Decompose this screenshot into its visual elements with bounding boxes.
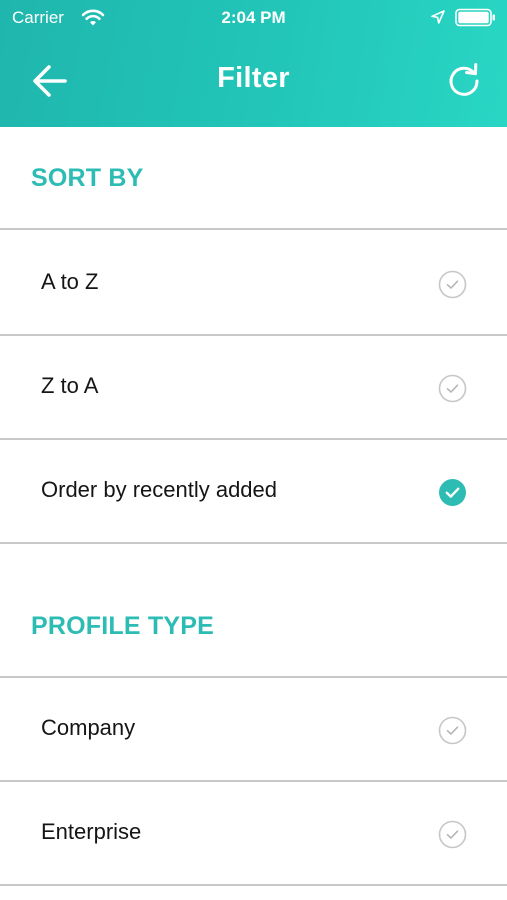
navigation-bar: Filter [0, 36, 507, 127]
option-row-enterprise[interactable]: Enterprise [0, 782, 507, 886]
status-bar: Carrier 2:04 PM [0, 0, 507, 36]
section-title-sort-by: SORT BY [31, 164, 144, 192]
option-label: Company [41, 715, 136, 740]
app-header: Carrier 2:04 PM Filter [0, 0, 507, 127]
page-title: Filter [217, 62, 290, 94]
option-row-z-to-a[interactable]: Z to A [0, 336, 507, 440]
unchecked-circle-icon [438, 820, 467, 849]
option-row-a-to-z[interactable]: A to Z [0, 232, 507, 336]
section-title-profile-type: PROFILE TYPE [31, 612, 214, 640]
battery-icon [455, 8, 495, 27]
option-label: A to Z [41, 269, 99, 294]
refresh-button[interactable] [439, 56, 489, 106]
option-label: Z to A [41, 373, 99, 398]
option-label: Order by recently added [41, 477, 278, 502]
section-header-sort-by: SORT BY [0, 127, 507, 230]
unchecked-circle-icon [438, 270, 467, 299]
refresh-icon [449, 63, 479, 96]
section-header-profile-type: PROFILE TYPE [0, 544, 507, 678]
option-label: Enterprise [41, 819, 142, 844]
unchecked-circle-icon [438, 716, 467, 745]
unchecked-circle-icon [438, 374, 467, 403]
option-row-recently-added[interactable]: Order by recently added [0, 440, 507, 544]
option-row-company[interactable]: Company [0, 678, 507, 782]
checked-circle-icon [438, 478, 467, 507]
location-arrow-icon [431, 10, 445, 24]
